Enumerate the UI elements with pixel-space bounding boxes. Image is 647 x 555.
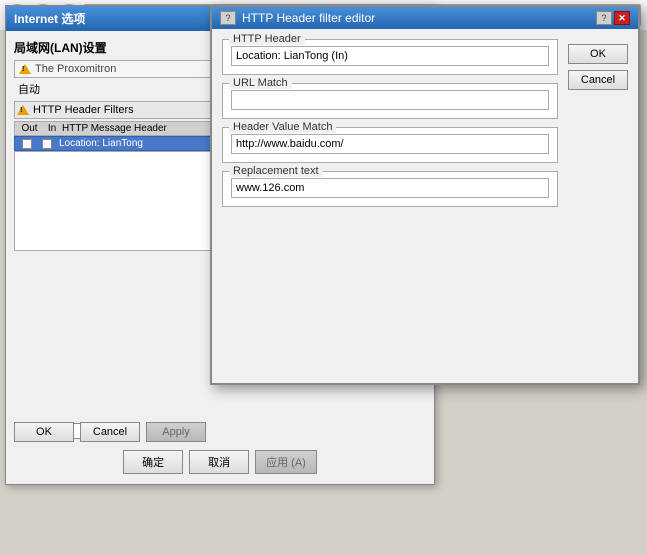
- col-out: Out: [17, 123, 42, 134]
- col-in: In: [42, 123, 62, 134]
- url-match-legend: URL Match: [229, 77, 292, 89]
- confirm-cancel-button[interactable]: 取消: [189, 450, 249, 474]
- http-filter-editor-dialog: ? HTTP Header filter editor ? ✕ HTTP Hea…: [210, 5, 640, 385]
- filter-list-area: [14, 151, 214, 251]
- apply-button[interactable]: Apply: [146, 422, 206, 442]
- confirm-apply-button[interactable]: 应用 (A): [255, 450, 317, 474]
- http-cancel-button[interactable]: Cancel: [568, 70, 628, 90]
- header-value-legend: Header Value Match: [229, 121, 336, 133]
- http-body: HTTP Header URL Match Header Value Match…: [212, 29, 638, 380]
- header-value-group: Header Value Match: [222, 127, 558, 163]
- ok-button[interactable]: OK: [14, 422, 74, 442]
- replacement-group: Replacement text: [222, 171, 558, 207]
- http-close-btn[interactable]: ✕: [614, 11, 630, 25]
- out-checkbox-cell: [17, 139, 37, 149]
- out-checkbox[interactable]: [22, 139, 32, 149]
- in-checkbox[interactable]: ✓: [42, 139, 52, 149]
- http-header-input[interactable]: [231, 46, 549, 66]
- http-header-group: HTTP Header: [222, 39, 558, 75]
- inner-buttons: OK Cancel Apply: [14, 422, 206, 442]
- http-help-btn2[interactable]: ?: [596, 11, 612, 25]
- url-match-group: URL Match: [222, 83, 558, 119]
- bottom-buttons: 确定 取消 应用 (A): [6, 450, 434, 474]
- http-side-buttons: OK Cancel: [568, 39, 628, 370]
- lan-title-text: 局域网(LAN)设置: [14, 41, 107, 55]
- http-fields: HTTP Header URL Match Header Value Match…: [222, 39, 558, 370]
- header-value-input[interactable]: [231, 134, 549, 154]
- cancel-button[interactable]: Cancel: [80, 422, 140, 442]
- replacement-input[interactable]: [231, 178, 549, 198]
- http-help-btn[interactable]: ?: [220, 11, 236, 25]
- url-match-input[interactable]: [231, 90, 549, 110]
- filter-row-label: Location: LianTong: [59, 138, 143, 149]
- http-filters-label: HTTP Header Filters: [33, 104, 134, 116]
- http-dialog-title: HTTP Header filter editor: [242, 11, 375, 25]
- http-title-btns: ? ✕: [596, 11, 630, 25]
- http-header-legend: HTTP Header: [229, 33, 305, 45]
- warning-icon: [19, 64, 31, 74]
- proxomitron-label: The Proxomitron: [35, 63, 116, 75]
- in-checkbox-cell: ✓: [37, 139, 57, 149]
- http-titlebar: ? HTTP Header filter editor ? ✕: [212, 7, 638, 29]
- replacement-legend: Replacement text: [229, 165, 323, 177]
- confirm-ok-button[interactable]: 确定: [123, 450, 183, 474]
- http-ok-button[interactable]: OK: [568, 44, 628, 64]
- filter-warning-icon: [17, 105, 29, 115]
- inet-title: Internet 选项: [14, 10, 85, 27]
